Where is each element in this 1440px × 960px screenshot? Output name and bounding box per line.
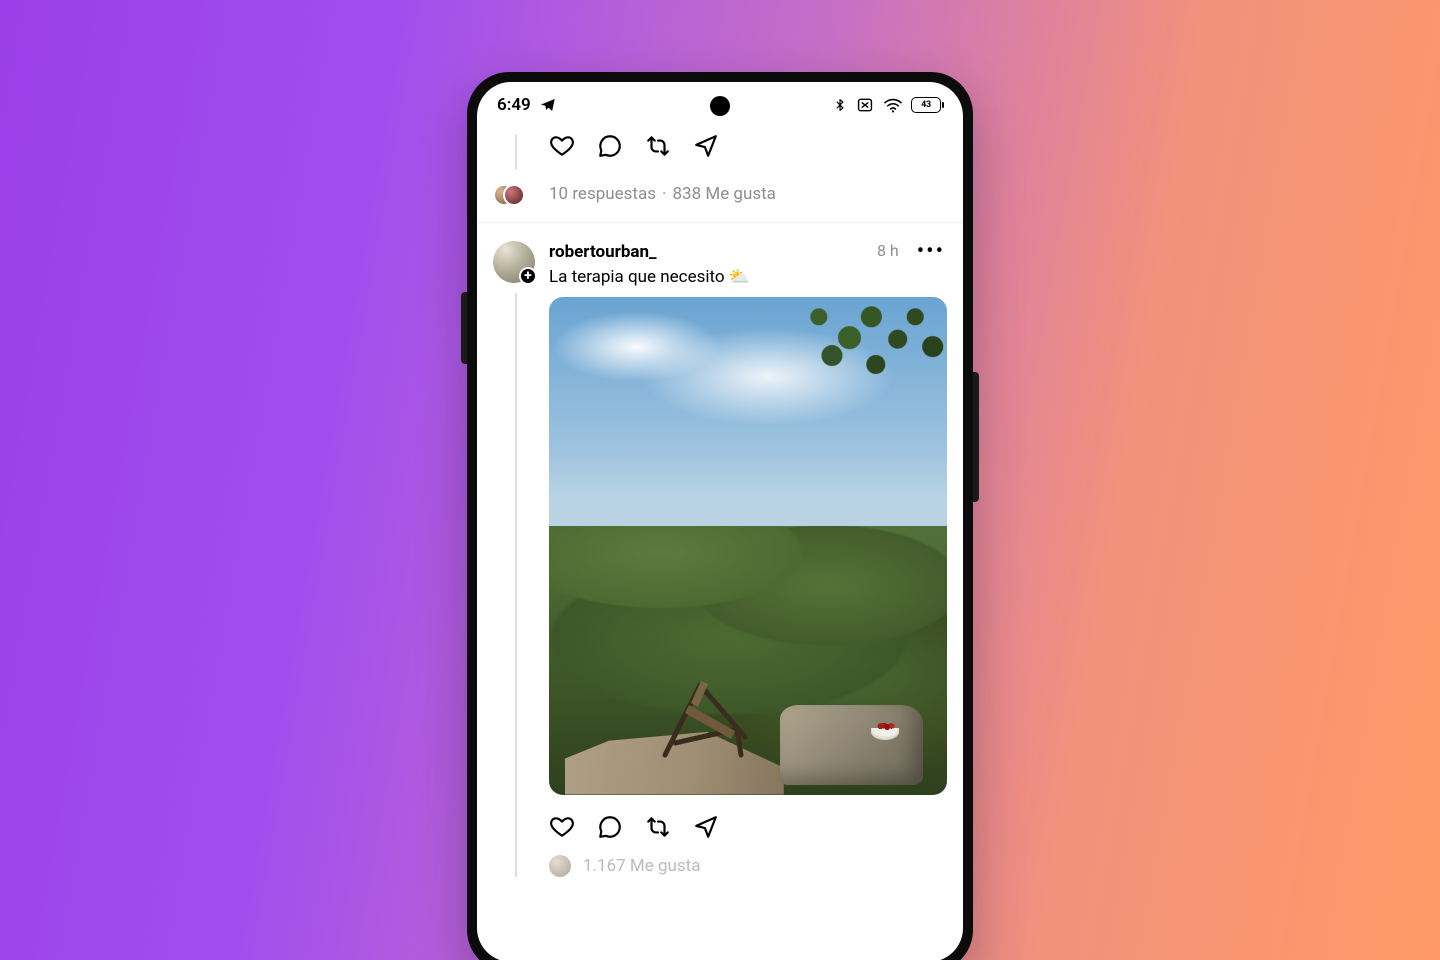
more-options-button[interactable]: ••• xyxy=(915,241,947,263)
prev-post-action-row xyxy=(549,128,947,164)
post-stats-row[interactable]: 1.167 Me gusta xyxy=(549,855,947,877)
stats-separator: · xyxy=(662,184,666,206)
avatar-mini-icon xyxy=(503,184,525,206)
post-image[interactable] xyxy=(549,297,947,795)
author-avatar[interactable]: + xyxy=(493,241,535,283)
thread-rail xyxy=(515,134,517,170)
bluetooth-icon xyxy=(833,96,847,114)
repost-icon[interactable] xyxy=(645,133,671,159)
gradient-stage: 6:49 43 xyxy=(0,0,1440,960)
avatar-mini-icon xyxy=(549,855,571,877)
deckchair-icon xyxy=(645,645,765,765)
post-action-row xyxy=(549,809,947,845)
post: + robertourban_ La terapia que necesito … xyxy=(493,223,947,877)
phone-shell: 6:49 43 xyxy=(467,72,973,960)
share-icon[interactable] xyxy=(693,814,719,840)
post-likes-count: 1.167 Me gusta xyxy=(583,856,701,876)
likes-count: 838 Me gusta xyxy=(672,184,775,206)
thread-rail xyxy=(515,293,517,877)
comment-icon[interactable] xyxy=(597,133,623,159)
repliers-avatar-stack[interactable] xyxy=(493,184,523,206)
replies-count: 10 respuestas xyxy=(549,184,656,206)
telegram-icon xyxy=(539,96,557,114)
phone-screen: 6:49 43 xyxy=(477,82,963,960)
wifi-icon xyxy=(883,97,903,113)
repost-icon[interactable] xyxy=(645,814,671,840)
vibrate-icon xyxy=(855,97,875,113)
prev-post-stats[interactable]: 10 respuestas · 838 Me gusta xyxy=(549,184,947,206)
like-icon[interactable] xyxy=(549,814,575,840)
camera-cutout xyxy=(710,96,730,116)
comment-icon[interactable] xyxy=(597,814,623,840)
share-icon[interactable] xyxy=(693,133,719,159)
battery-level: 43 xyxy=(921,100,931,110)
battery-icon: 43 xyxy=(911,97,941,113)
post-timestamp: 8 h xyxy=(877,241,905,260)
like-icon[interactable] xyxy=(549,133,575,159)
post-caption: La terapia que necesito ⛅ xyxy=(549,267,867,287)
follow-plus-icon[interactable]: + xyxy=(519,267,537,285)
feed-content[interactable]: 10 respuestas · 838 Me gusta + robertour… xyxy=(477,128,963,877)
status-time: 6:49 xyxy=(497,95,531,115)
author-username[interactable]: robertourban_ xyxy=(549,241,867,263)
